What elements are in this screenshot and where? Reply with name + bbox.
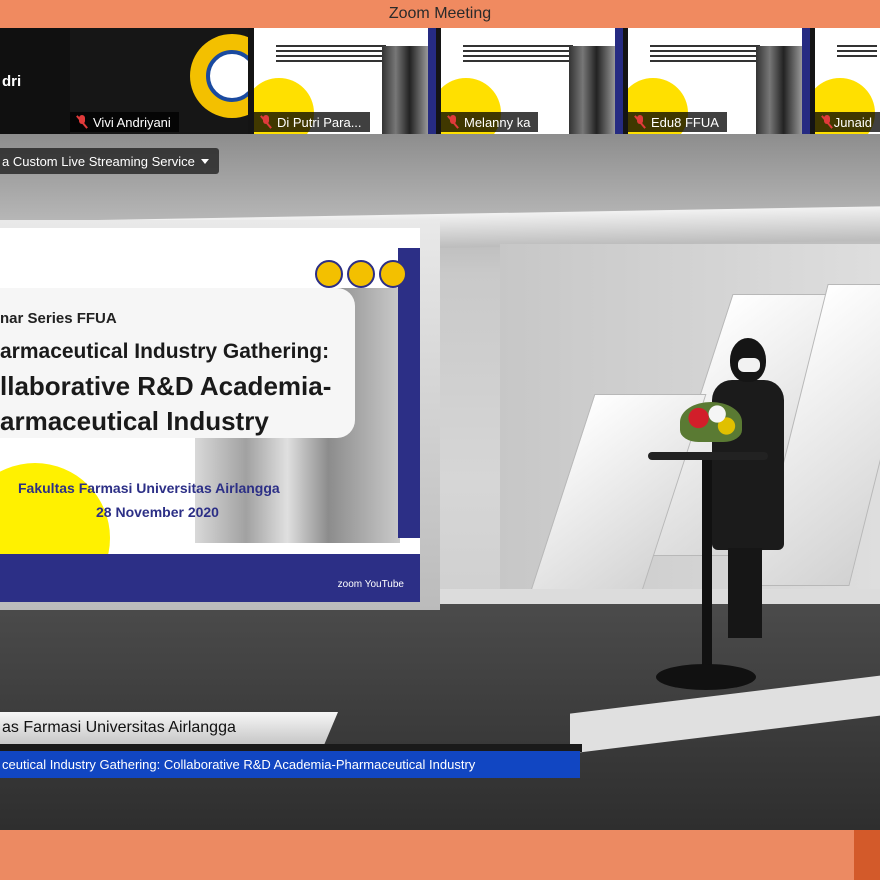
participant-name-label: Melanny ka bbox=[441, 112, 539, 132]
window-bottom-border bbox=[0, 830, 880, 880]
thumbnail-blue-bar bbox=[428, 28, 436, 134]
slide-title-line2: llaborative R&D Academia- bbox=[0, 371, 332, 401]
participant-name-label: Di Putri Para... bbox=[254, 112, 370, 132]
participant-name: Di Putri Para... bbox=[277, 114, 362, 130]
presentation-slide: nar Series FFUA armaceutical Industry Ga… bbox=[0, 228, 420, 602]
slide-series: nar Series FFUA bbox=[0, 310, 117, 327]
logo-icon bbox=[347, 260, 375, 288]
presenter bbox=[700, 334, 790, 638]
thumbnail-building bbox=[756, 46, 802, 134]
participant-name: Edu8 FFUA bbox=[651, 114, 719, 130]
chevron-down-icon bbox=[201, 158, 209, 164]
slide-title-line3: armaceutical Industry bbox=[0, 406, 269, 436]
participant-tile[interactable]: Di Putri Para... bbox=[254, 28, 436, 134]
thumbnail-text-lines bbox=[837, 42, 877, 72]
window-title: Zoom Meeting bbox=[388, 5, 492, 22]
flower-bouquet bbox=[680, 402, 742, 442]
thumbnail-text-lines bbox=[276, 42, 386, 72]
participant-tile[interactable]: Junaid bbox=[815, 28, 880, 134]
participant-name-only: dri bbox=[0, 28, 70, 134]
slide-organizer: Fakultas Farmasi Universitas Airlangga bbox=[18, 480, 280, 496]
window-title-bar: Zoom Meeting bbox=[0, 0, 880, 28]
mic-muted-icon bbox=[634, 115, 646, 129]
slide-title-line1: armaceutical Industry Gathering: bbox=[0, 340, 330, 363]
mic-muted-icon bbox=[821, 115, 830, 129]
podium-top bbox=[648, 452, 768, 460]
main-video[interactable]: nar Series FFUA armaceutical Industry Ga… bbox=[0, 134, 880, 830]
podium-base bbox=[656, 664, 756, 690]
mic-muted-icon bbox=[447, 115, 459, 129]
participant-tile[interactable]: dri bbox=[0, 28, 70, 134]
thumbnail-blue-bar bbox=[615, 28, 623, 134]
participant-tile[interactable]: Edu8 FFUA bbox=[628, 28, 810, 134]
thumbnail-text-lines bbox=[650, 42, 760, 72]
mic-muted-icon bbox=[260, 115, 272, 129]
thumbnail-building bbox=[569, 46, 615, 134]
participant-name: dri bbox=[2, 73, 22, 90]
slide-blue-bar bbox=[398, 248, 420, 538]
lower-third-event: ceutical Industry Gathering: Collaborati… bbox=[0, 751, 580, 778]
slide-bottom-bar bbox=[0, 554, 420, 602]
live-streaming-label: a Custom Live Streaming Service bbox=[2, 153, 195, 169]
thumbnail-blue-bar bbox=[802, 28, 810, 134]
lower-third-event-text: ceutical Industry Gathering: Collaborati… bbox=[2, 757, 476, 772]
slide-date: 28 November 2020 bbox=[96, 504, 219, 520]
live-streaming-dropdown[interactable]: a Custom Live Streaming Service bbox=[0, 148, 219, 174]
mic-muted-icon bbox=[76, 115, 88, 129]
participant-tile[interactable]: Melanny ka bbox=[441, 28, 623, 134]
slide-logos bbox=[315, 260, 407, 288]
podium-pole bbox=[702, 458, 712, 678]
participant-name-label: Edu8 FFUA bbox=[628, 112, 727, 132]
presenter-legs bbox=[728, 548, 762, 638]
university-logo-icon bbox=[190, 34, 248, 118]
slide-footer: zoom YouTube bbox=[337, 579, 404, 590]
presenter-mask bbox=[738, 358, 760, 372]
thumbnail-building bbox=[382, 46, 428, 134]
lower-third-organization: as Farmasi Universitas Airlangga bbox=[0, 712, 338, 744]
logo-icon bbox=[379, 260, 407, 288]
lower-third-org-text: as Farmasi Universitas Airlangga bbox=[2, 719, 236, 736]
logo-icon bbox=[315, 260, 343, 288]
thumbnail-text-lines bbox=[463, 42, 573, 72]
participant-name: Junaid bbox=[833, 114, 872, 130]
participant-name: Melanny ka bbox=[464, 114, 531, 130]
bottom-accent bbox=[854, 830, 880, 880]
participant-name: Vivi Andriyani bbox=[93, 114, 171, 130]
participant-name-label: Junaid bbox=[815, 112, 880, 132]
participant-tile[interactable]: Vivi Andriyani bbox=[70, 28, 248, 134]
participant-name-label: Vivi Andriyani bbox=[70, 112, 179, 132]
participant-strip: dri Vivi Andriyani Di Putri Para... Mela… bbox=[0, 28, 880, 134]
